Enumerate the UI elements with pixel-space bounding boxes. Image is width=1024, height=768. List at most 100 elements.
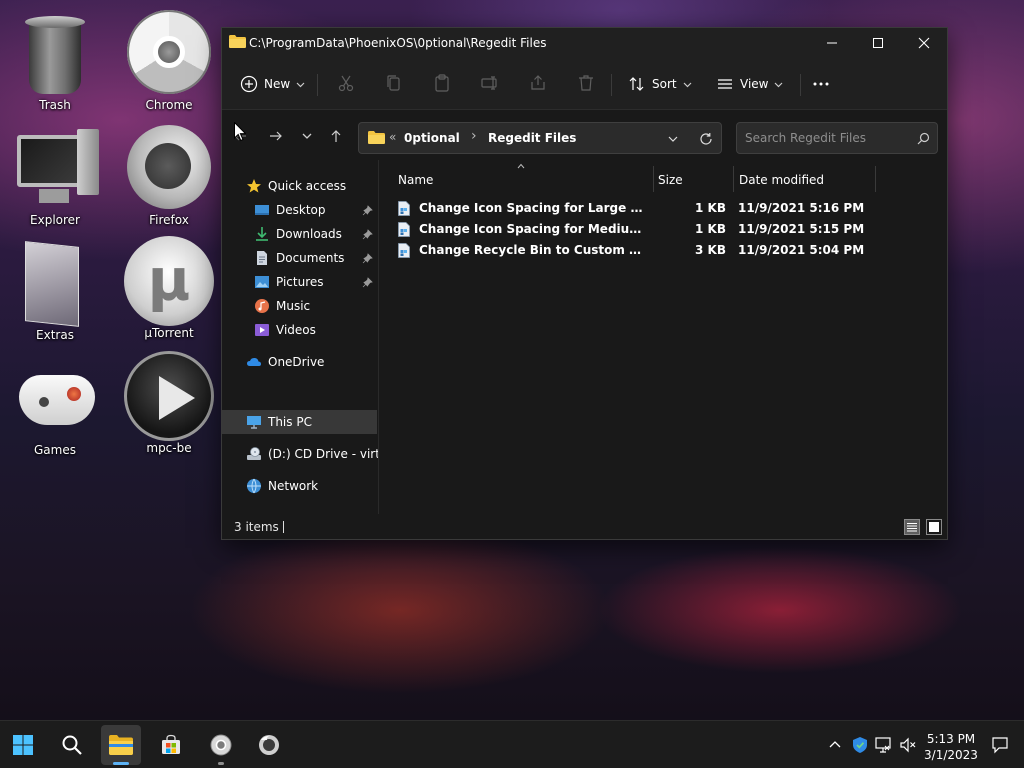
item-count: 3 items [234,520,279,534]
chevron-down-icon[interactable] [667,133,679,145]
column-header-name[interactable]: Name [398,168,648,192]
chevron-down-icon [296,82,305,87]
more-options-button[interactable] [812,70,830,98]
search-box[interactable] [736,122,938,154]
recent-locations-button[interactable] [297,126,317,146]
taskbar-store[interactable] [151,725,191,765]
desktop-icon-utorrent[interactable]: µTorrent [119,236,219,348]
column-divider[interactable] [653,166,654,192]
divider [800,74,801,96]
minimize-button[interactable] [809,28,855,58]
copy-icon[interactable] [384,73,404,93]
search-taskbar-button[interactable] [52,725,92,765]
breadcrumb-item[interactable]: 0ptional [404,131,460,145]
volume-muted-icon[interactable] [899,736,917,754]
clock[interactable]: 5:13 PM 3/1/2023 [918,731,984,763]
paste-icon[interactable] [432,73,452,93]
pin-icon[interactable] [362,253,373,264]
column-header-date-modified[interactable]: Date modified [739,168,869,192]
registry-file-icon [398,201,410,216]
registry-file-icon [398,243,410,258]
pin-icon[interactable] [362,205,373,216]
file-row[interactable]: Change Icon Spacing for Large Desktop Ic… [396,198,864,219]
sidebar-item-quick-access[interactable]: Quick access [246,175,346,197]
more-icon [813,82,829,86]
column-header-label: Date modified [739,173,825,187]
desktop-icon-games[interactable]: Games [5,355,105,467]
refresh-icon[interactable] [699,132,713,146]
sidebar-item-this-pc[interactable]: This PC [246,411,312,433]
close-button[interactable] [901,28,947,58]
taskbar-firefox[interactable] [249,725,289,765]
navigation-pane: Quick access Desktop Downloads Documents… [222,160,379,514]
sidebar-item-desktop[interactable]: Desktop [254,199,326,221]
taskbar-file-explorer[interactable] [101,725,141,765]
arrow-right-icon [270,131,282,141]
desktop-icon-trash[interactable]: Trash [5,10,105,122]
gamepad-icon [13,355,97,439]
music-icon [255,299,269,313]
sidebar-item-label: Network [268,479,319,493]
sidebar-item-label: Desktop [276,203,326,217]
share-icon[interactable] [528,73,548,93]
desktop-icon-firefox[interactable]: Firefox [119,125,219,237]
cut-icon[interactable] [336,73,356,93]
breadcrumb-overflow[interactable]: « [389,130,396,144]
security-shield-icon[interactable] [851,736,869,754]
command-bar: New Sort View [222,58,947,110]
search-icon [917,132,930,145]
running-indicator [113,762,129,765]
clock-time: 5:13 PM [926,732,976,746]
address-bar[interactable]: « 0ptional › Regedit Files [358,122,722,154]
column-header-size[interactable]: Size [658,168,728,192]
firefox-icon [259,735,279,755]
pin-icon[interactable] [362,277,373,288]
network-icon [247,478,261,494]
sidebar-item-pictures[interactable]: Pictures [254,271,324,293]
chevron-up-icon[interactable] [826,736,844,754]
sidebar-item-documents[interactable]: Documents [254,247,344,269]
divider [317,74,318,96]
large-icons-view-button[interactable] [926,519,942,535]
delete-icon[interactable] [576,73,596,93]
mouse-cursor-icon [234,122,246,142]
sort-button[interactable]: Sort [628,70,692,98]
folder-icon [368,131,385,144]
sidebar-item-network[interactable]: Network [246,475,318,497]
maximize-button[interactable] [855,28,901,58]
desktop-icon-chrome[interactable]: Chrome [119,10,219,122]
desktop-icon-extras[interactable]: Extras [5,240,105,352]
sidebar-item-cd-drive[interactable]: (D:) CD Drive - virtio-win [246,443,378,465]
rename-icon[interactable] [480,73,500,93]
up-button[interactable] [326,126,346,146]
folder-icon [109,735,133,755]
breadcrumb-item[interactable]: Regedit Files [488,131,576,145]
sidebar-item-music[interactable]: Music [254,295,310,317]
view-button[interactable]: View [716,70,783,98]
star-icon [247,179,261,193]
details-view-button[interactable] [904,519,920,535]
column-divider[interactable] [733,166,734,192]
taskbar-chrome[interactable] [201,725,241,765]
desktop-icon-explorer[interactable]: Explorer [5,125,105,237]
taskbar: 5:13 PM 3/1/2023 [0,720,1024,768]
sidebar-item-videos[interactable]: Videos [254,319,316,341]
chrome-icon [210,734,232,756]
title-bar[interactable]: C:\ProgramData\PhoenixOS\0ptional\Regedi… [222,28,947,58]
network-status-icon[interactable] [874,736,892,754]
pin-icon[interactable] [362,229,373,240]
file-date-modified: 11/9/2021 5:04 PM [738,243,865,257]
computer-monitor-icon [13,125,99,209]
search-input[interactable] [745,129,911,147]
forward-button[interactable] [266,126,286,146]
desktop-icon-mpc-be[interactable]: mpc-be [119,351,219,463]
file-row[interactable]: Change Recycle Bin to Custom Icon.reg 3 … [396,240,864,261]
notifications-icon[interactable] [991,736,1009,754]
sidebar-item-downloads[interactable]: Downloads [254,223,342,245]
file-row[interactable]: Change Icon Spacing for Medium Desktop I… [396,219,864,240]
sidebar-item-onedrive[interactable]: OneDrive [246,351,324,373]
column-divider[interactable] [875,166,876,192]
start-button[interactable] [3,725,43,765]
new-button[interactable]: New [240,70,305,98]
folder-icon [229,35,246,48]
